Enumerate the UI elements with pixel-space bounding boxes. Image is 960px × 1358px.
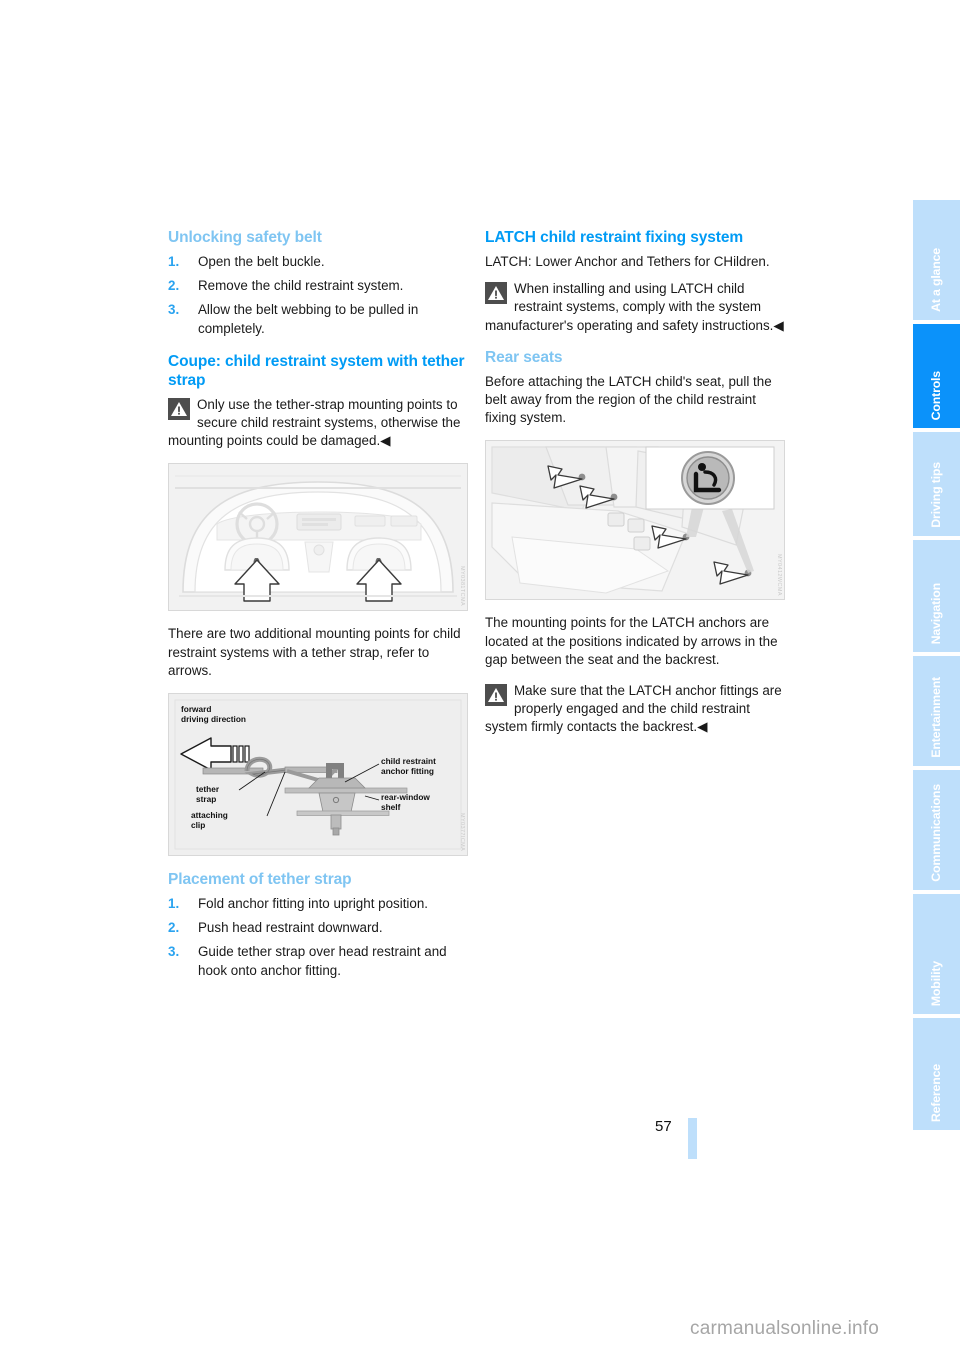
site-watermark: carmanualsonline.info [690, 1318, 880, 1339]
heading-placement-of-tether-strap: Placement of tether strap [168, 871, 352, 889]
list-text: Guide tether strap over head restraint a… [198, 944, 447, 978]
figure-code: MY0381TCMA [459, 566, 465, 607]
list-number: 1. [168, 896, 180, 912]
list-text: Push head restraint downward. [198, 920, 383, 936]
sidebar-item-mobility[interactable]: Mobility [913, 894, 960, 1014]
list-item: 3. Guide tether strap over head restrain… [168, 943, 468, 979]
list-number: 1. [168, 254, 180, 269]
warning-latch-install: When installing and using LATCH child re… [485, 280, 785, 335]
figure-label-forward-driving-direction: forward driving direction [181, 704, 246, 725]
list-text: Fold anchor fitting into upright positio… [198, 896, 429, 912]
heading-latch-child-restraint-fixing-system: LATCH child restraint fixing system [485, 229, 744, 246]
list-number: 2. [168, 920, 180, 936]
rear-seat-latch-illustration [486, 441, 784, 600]
warning-body: Make sure that the LATCH anchor fittings… [485, 683, 782, 735]
list-item: 2. Push head restraint downward. [168, 919, 468, 937]
list-text: Remove the child restraint system. [198, 278, 404, 294]
sidebar-item-label: At a glance [929, 248, 943, 312]
warning-triangle-icon [485, 282, 507, 305]
sidebar-item-label: Controls [929, 370, 943, 420]
list-number: 3. [168, 302, 180, 318]
paragraph-before-attaching: Before attaching the LATCH child's seat,… [485, 373, 772, 426]
manual-page: Unlocking safety belt 1. Open the belt b… [0, 0, 960, 1358]
figure-label-rear-window-shelf: rear-window shelf [381, 792, 430, 813]
figure-label-attaching-clip: attaching clip [191, 810, 228, 831]
sidebar-item-driving-tips[interactable]: Driving tips [913, 432, 960, 536]
list-number: 2. [168, 278, 180, 294]
placement-of-tether-strap-steps: 1. Fold anchor fitting into upright posi… [168, 895, 468, 980]
heading-unlocking-safety-belt: Unlocking safety belt [168, 229, 322, 246]
page-number-bar [688, 1118, 697, 1159]
sidebar-item-entertainment[interactable]: Entertainment [913, 656, 960, 766]
warning-triangle-icon [168, 397, 190, 420]
list-number: 3. [168, 944, 180, 960]
end-mark: ◀ [697, 719, 708, 735]
warning-text: Only use the tether-strap mounting point… [168, 396, 468, 451]
sidebar-item-label: Reference [929, 1063, 943, 1122]
sidebar-item-navigation[interactable]: Navigation [913, 540, 960, 652]
warning-text: Make sure that the LATCH anchor fittings… [485, 682, 785, 737]
warning-body: When installing and using LATCH child re… [485, 281, 774, 333]
figure-code: MY0412WCMA [776, 553, 782, 596]
coupe-rear-interior-illustration [169, 464, 467, 611]
right-column: LATCH child restraint fixing system LATC… [485, 228, 785, 750]
list-item: 3. Allow the belt webbing to be pulled i… [168, 301, 468, 337]
sidebar-item-label: Mobility [929, 960, 943, 1006]
figure-coupe-rear-interior: MY0381TCMA [168, 463, 468, 612]
figure-label-tether-strap: tether strap [196, 784, 220, 805]
warning-anchor-fittings-engaged: Make sure that the LATCH anchor fittings… [485, 682, 785, 737]
list-item: 1. Open the belt buckle. [168, 253, 468, 271]
page-number: 57 [655, 1118, 672, 1135]
paragraph-latch-definition: LATCH: Lower Anchor and Tethers for CHil… [485, 254, 770, 269]
warning-triangle-icon [485, 684, 507, 707]
heading-coupe-child-restraint: Coupe: child restraint system with tethe… [168, 352, 465, 389]
list-item: 1. Fold anchor fitting into upright posi… [168, 895, 468, 913]
paragraph-two-mounting-points: There are two additional mounting points… [168, 626, 461, 678]
sidebar-item-at-a-glance[interactable]: At a glance [913, 200, 960, 320]
left-column: Unlocking safety belt 1. Open the belt b… [168, 228, 468, 994]
list-text: Allow the belt webbing to be pulled in c… [198, 302, 419, 336]
sidebar-item-label: Communications [929, 784, 943, 882]
sidebar-item-reference[interactable]: Reference [913, 1018, 960, 1130]
figure-tether-strap-diagram: forward driving direction tether strap a… [168, 693, 468, 857]
list-item: 2. Remove the child restraint system. [168, 277, 468, 295]
unlocking-safety-belt-steps: 1. Open the belt buckle. 2. Remove the c… [168, 253, 468, 338]
paragraph-mounting-points-location: The mounting points for the LATCH anchor… [485, 615, 778, 667]
sidebar-item-label: Driving tips [929, 462, 943, 528]
section-tabs-sidebar: At a glance Controls Driving tips Naviga… [913, 200, 960, 1134]
sidebar-item-communications[interactable]: Communications [913, 770, 960, 890]
sidebar-item-controls[interactable]: Controls [913, 324, 960, 428]
end-mark: ◀ [773, 317, 784, 333]
heading-rear-seats: Rear seats [485, 348, 563, 366]
sidebar-item-label: Entertainment [929, 677, 943, 758]
end-mark: ◀ [380, 433, 391, 449]
warning-text: When installing and using LATCH child re… [485, 280, 785, 335]
figure-code: MY0377ICMA [459, 812, 465, 852]
list-text: Open the belt buckle. [198, 254, 325, 269]
warning-tether-strap-mounting: Only use the tether-strap mounting point… [168, 396, 468, 451]
warning-body: Only use the tether-strap mounting point… [168, 396, 461, 449]
figure-label-child-restraint-anchor-fitting: child restraint anchor fitting [381, 756, 436, 777]
sidebar-item-label: Navigation [929, 582, 943, 644]
figure-rear-seat-latch-anchors: MY0412WCMA [485, 440, 785, 601]
